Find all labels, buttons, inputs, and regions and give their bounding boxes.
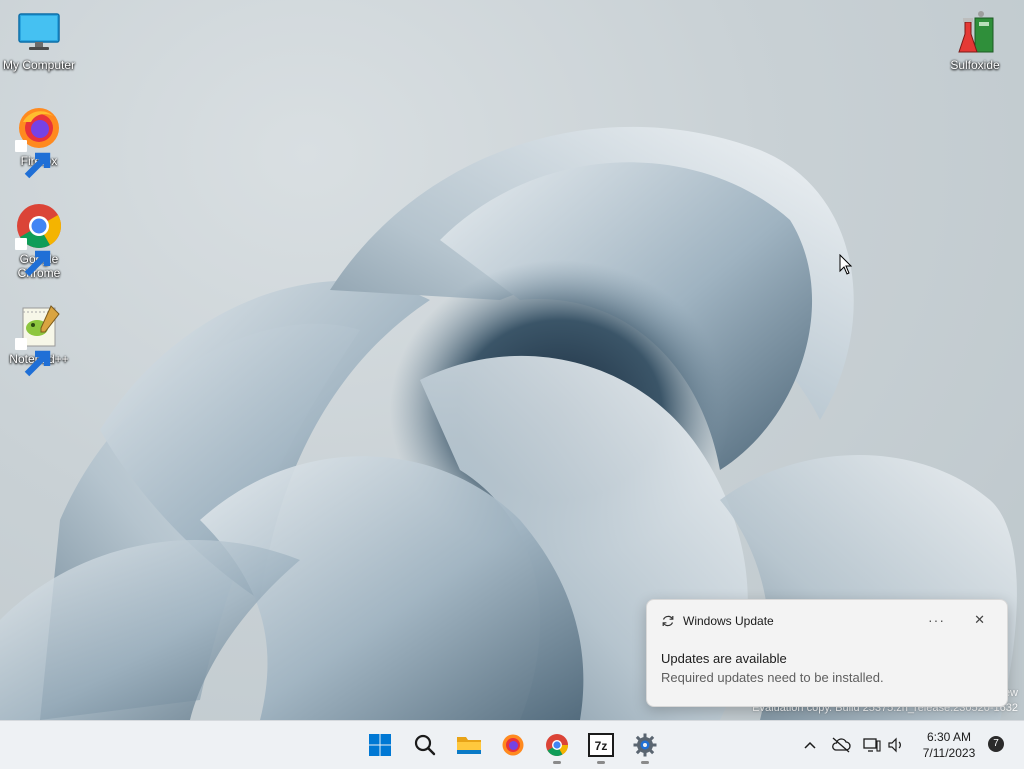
settings-icon xyxy=(633,733,657,757)
search-icon xyxy=(414,734,436,756)
desktop-icon-notepad-plus-plus[interactable]: Notepad++ xyxy=(0,302,78,377)
sync-icon xyxy=(662,615,674,627)
desktop-icon-sulfoxide[interactable]: Sulfoxide xyxy=(936,8,1014,72)
chrome-icon xyxy=(546,734,568,756)
start-button[interactable] xyxy=(364,729,396,761)
running-indicator xyxy=(553,761,561,764)
firefox-icon xyxy=(502,734,524,756)
clock-date: 7/11/2023 xyxy=(922,746,976,760)
chrome-taskbar-button[interactable] xyxy=(541,729,573,764)
clock-button[interactable]: 6:30 AM 7/11/2023 xyxy=(914,729,984,761)
taskbar: 7z 6:30 AM 7/11/2023 xyxy=(0,720,1024,769)
7zip-icon: 7z xyxy=(588,733,614,757)
notification-close-button[interactable]: ✕ xyxy=(974,612,985,628)
windows-update-notification[interactable]: Windows Update ··· ✕ Updates are availab… xyxy=(646,599,1008,707)
start-icon xyxy=(369,734,391,756)
show-hidden-icons-button[interactable] xyxy=(800,721,820,769)
notepad-plus-plus-icon xyxy=(15,302,63,377)
running-indicator xyxy=(641,761,649,764)
file-explorer-icon xyxy=(457,737,481,754)
notification-title: Updates are available xyxy=(661,651,787,666)
volume-button[interactable] xyxy=(885,721,907,769)
notification-header: Windows Update ··· ✕ xyxy=(661,612,997,630)
settings-taskbar-button[interactable] xyxy=(629,729,661,764)
notification-count-badge[interactable]: 7 xyxy=(988,736,1004,752)
shortcut-arrow-icon xyxy=(15,140,51,179)
notification-body: Required updates need to be installed. xyxy=(661,670,884,685)
network-status-button[interactable] xyxy=(861,721,883,769)
desktop-icon-label: Sulfoxide xyxy=(950,58,1000,72)
desktop-icon-firefox[interactable]: Firefox xyxy=(0,104,78,179)
cloud-offline-icon xyxy=(832,737,851,753)
chevron-up-icon xyxy=(804,741,816,749)
desktop-icon-my-computer[interactable]: My Computer xyxy=(0,8,78,72)
clock-time: 6:30 AM xyxy=(926,730,972,744)
7zip-taskbar-button[interactable]: 7z xyxy=(585,729,617,764)
7zip-icon-label: 7z xyxy=(595,739,608,753)
running-indicator xyxy=(597,761,605,764)
firefox-icon xyxy=(15,104,63,179)
file-explorer-button[interactable] xyxy=(453,729,485,761)
onedrive-status-button[interactable] xyxy=(829,721,853,769)
monitor-icon xyxy=(15,8,63,56)
desktop-icon-label: My Computer xyxy=(2,58,76,72)
search-button[interactable] xyxy=(409,729,441,761)
notification-more-button[interactable]: ··· xyxy=(928,612,945,628)
notification-app-name: Windows Update xyxy=(683,614,774,628)
speaker-icon xyxy=(888,737,901,753)
sulfoxide-icon xyxy=(951,8,999,56)
desktop-icon-google-chrome[interactable]: Google Chrome xyxy=(0,202,78,280)
shortcut-arrow-icon xyxy=(15,238,51,277)
shortcut-arrow-icon xyxy=(15,338,51,377)
firefox-taskbar-button[interactable] xyxy=(497,729,529,761)
chrome-icon xyxy=(15,202,63,277)
mouse-cursor-icon xyxy=(839,254,853,275)
network-icon xyxy=(863,738,881,752)
